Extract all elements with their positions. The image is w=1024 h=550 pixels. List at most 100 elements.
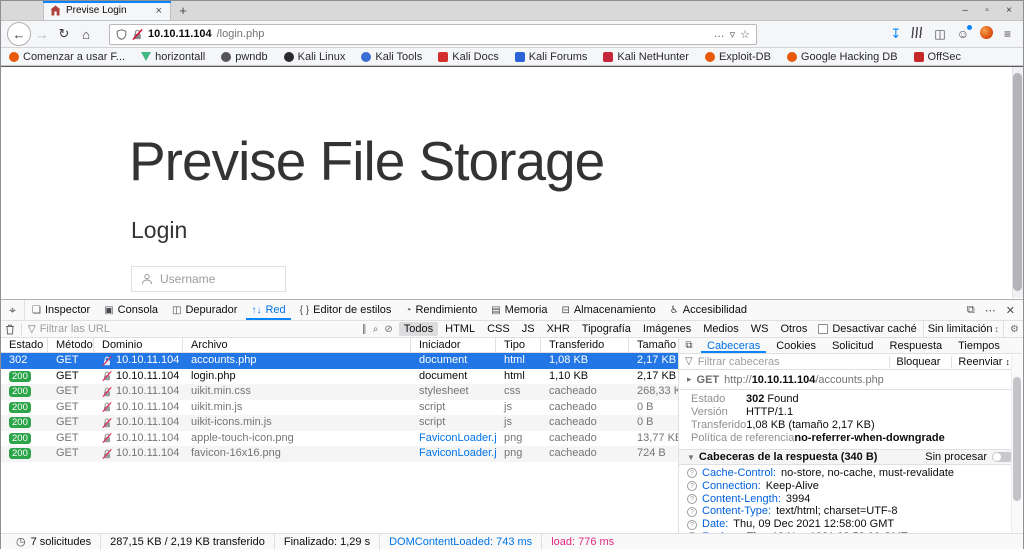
page-actions-icon[interactable]: … [714,28,725,40]
bookmark-item[interactable]: horizontall [141,51,205,63]
pocket-icon[interactable]: ▿ [730,28,736,41]
search-icon[interactable]: ⌕ [373,324,379,335]
column-header-tipo[interactable]: Tipo [496,338,541,352]
request-row[interactable]: 200GET10.10.11.104uikit-icons.min.jsscri… [1,415,678,431]
page-scrollbar-thumb[interactable] [1013,73,1022,291]
cell-initiator[interactable]: FaviconLoader.jsm:1... [411,431,496,447]
column-header-iniciador[interactable]: Iniciador [411,338,496,352]
help-icon[interactable]: ? [687,468,697,478]
account-icon[interactable]: ☺ [957,27,969,41]
request-row[interactable]: 302GET10.10.11.104accounts.phpdocumentht… [1,353,678,369]
network-settings-gear-icon[interactable]: ⚙ [1010,324,1019,335]
bookmark-item[interactable]: Kali Tools [361,51,422,63]
response-header-row[interactable]: ?Connection:Keep-Alive [679,480,1022,493]
bookmark-item[interactable]: Kali Docs [438,51,498,63]
filter-js[interactable]: JS [517,322,540,336]
request-row[interactable]: 200GET10.10.11.104uikit.min.jsscriptjsca… [1,400,678,416]
bookmark-item[interactable]: Kali NetHunter [603,51,689,63]
resend-button[interactable]: Reenviar ↕ [951,356,1016,368]
url-filter-input[interactable]: ▽Filtrar las URL [28,323,356,335]
bookmark-item[interactable]: pwndb [221,51,267,63]
response-header-row[interactable]: ?Expires:Thu, 19 Nov 1981 08:52:00 GMT [679,531,1022,533]
shield-icon[interactable] [116,29,127,40]
response-header-row[interactable]: ?Cache-Control:no-store, no-cache, must-… [679,467,1022,480]
devtools-tab-memoria[interactable]: ▤Memoria [484,300,554,320]
pause-icon[interactable]: ∥ [362,324,367,335]
expand-caret-icon[interactable]: ▸ [687,374,692,385]
request-row[interactable]: 200GET10.10.11.104apple-touch-icon.pngFa… [1,431,678,447]
browser-tab[interactable]: Previse Login × [43,1,171,20]
tab-close-icon[interactable]: × [154,5,164,17]
bookmark-item[interactable]: OffSec [914,51,961,63]
response-header-row[interactable]: ?Content-Length:3994 [679,493,1022,506]
new-tab-button[interactable]: + [171,1,195,20]
response-header-row[interactable]: ?Content-Type:text/html; charset=UTF-8 [679,505,1022,518]
details-tab-tiempos[interactable]: Tiempos [950,338,1008,353]
column-header-método[interactable]: Método [48,338,94,352]
dock-icon[interactable]: ⧉ [967,304,975,317]
forward-button[interactable]: → [31,23,53,45]
devtools-tab-inspector[interactable]: ❏Inspector [25,300,97,320]
bookmark-item[interactable]: Exploit-DB [705,51,771,63]
bookmark-item[interactable]: Kali Forums [515,51,588,63]
reload-button[interactable]: ↻ [53,23,75,45]
cell-initiator[interactable]: FaviconLoader.jsm:1... [411,446,496,462]
bookmark-item[interactable]: Google Hacking DB [787,51,898,63]
devtools-tab-editor-de-estilos[interactable]: { }Editor de estilos [293,300,399,320]
throttling-select[interactable]: Sin limitación↕ [923,321,1004,338]
devtools-tab-depurador[interactable]: ◫Depurador [165,300,244,320]
devtools-tab-almacenamiento[interactable]: ⊟Almacenamiento [554,300,662,320]
page-scrollbar[interactable] [1012,67,1023,298]
headers-filter-input[interactable]: Filtrar cabeceras [698,356,885,368]
username-field[interactable]: Username [131,266,286,292]
details-scrollbar-thumb[interactable] [1013,377,1021,501]
sidebar-icon[interactable]: ◫ [934,27,945,41]
extension-icon[interactable] [980,26,993,42]
filter-medios[interactable]: Medios [698,322,743,336]
filter-css[interactable]: CSS [482,322,515,336]
help-icon[interactable]: ? [687,481,697,491]
filter-todos[interactable]: Todos [399,322,438,336]
devtools-tab-red[interactable]: ↑↓Red [244,300,292,320]
request-row[interactable]: 200GET10.10.11.104uikit.min.cssstyleshee… [1,384,678,400]
minimize-icon[interactable]: – [959,5,971,16]
request-url-row[interactable]: ▸ GET http://10.10.11.104/accounts.php [679,370,1022,390]
block-icon[interactable]: ⊘ [384,324,392,335]
devtools-tab-rendimiento[interactable]: ◔Rendimiento [398,300,484,320]
column-header-dominio[interactable]: Dominio [94,338,183,352]
request-row[interactable]: 200GET10.10.11.104favicon-16x16.pngFavic… [1,446,678,462]
stopwatch-icon[interactable]: ◷ [16,535,26,548]
bookmark-star-icon[interactable]: ☆ [740,28,750,41]
downloads-icon[interactable]: ↧ [890,26,901,42]
insecure-lock-icon[interactable] [132,29,143,40]
help-icon[interactable]: ? [687,507,697,517]
details-tab-respuesta[interactable]: Respuesta [882,338,951,353]
filter-xhr[interactable]: XHR [542,322,575,336]
home-button[interactable]: ⌂ [75,23,97,45]
filter-otros[interactable]: Otros [775,322,812,336]
column-header-tamaño[interactable]: Tamaño [629,338,679,352]
details-tab-cookies[interactable]: Cookies [768,338,824,353]
help-icon[interactable]: ? [687,520,697,530]
details-scrollbar[interactable] [1011,355,1022,533]
raw-toggle[interactable]: Sin procesar [925,451,1014,463]
disable-cache-checkbox[interactable]: Desactivar caché [818,323,916,335]
devtools-tab-accesibilidad[interactable]: ♿Accesibilidad [663,300,754,320]
library-icon[interactable] [912,27,923,41]
column-header-estado[interactable]: Estado [1,338,48,352]
menu-icon[interactable]: ≡ [1004,27,1011,41]
details-tab-solicitud[interactable]: Solicitud [824,338,882,353]
column-header-transferido[interactable]: Transferido [541,338,629,352]
bookmark-item[interactable]: Comenzar a usar F... [9,51,125,63]
maximize-icon[interactable]: ▫ [981,5,993,16]
help-icon[interactable]: ? [687,494,697,504]
split-pane-icon[interactable]: ⧉ [679,338,699,353]
filter-html[interactable]: HTML [440,322,480,336]
filter-imágenes[interactable]: Imágenes [638,322,696,336]
help-icon[interactable]: ? [687,532,697,533]
response-header-row[interactable]: ?Date:Thu, 09 Dec 2021 12:58:00 GMT [679,518,1022,531]
filter-ws[interactable]: WS [746,322,774,336]
request-row[interactable]: 200GET10.10.11.104login.phpdocumenthtml1… [1,369,678,385]
bookmark-item[interactable]: Kali Linux [284,51,346,63]
more-options-icon[interactable]: ⋯ [985,304,996,317]
